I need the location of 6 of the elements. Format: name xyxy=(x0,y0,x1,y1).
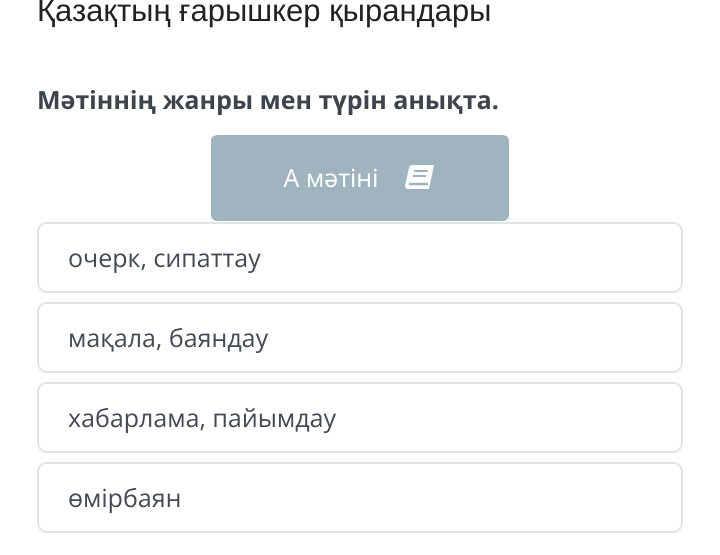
answer-option[interactable]: хабарлама, пайымдау xyxy=(37,382,683,453)
page-title: Қазақтың ғарышкер қырандары xyxy=(37,0,492,30)
question-text: Мәтіннің жанры мен түрін анықта. xyxy=(37,83,500,117)
answer-option[interactable]: өмірбаян xyxy=(37,462,683,533)
answer-option[interactable]: очерк, сипаттау xyxy=(37,222,683,293)
answer-option[interactable]: мақала, баяндау xyxy=(37,302,683,373)
